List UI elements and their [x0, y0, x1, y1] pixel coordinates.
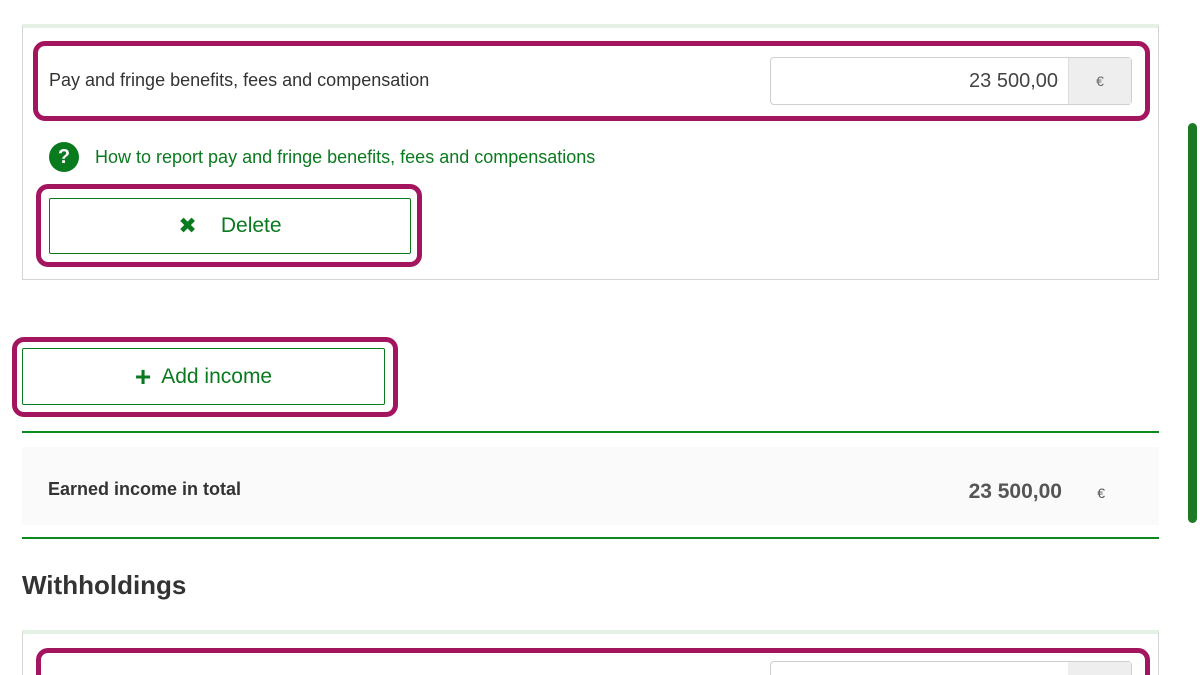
total-label: Earned income in total: [48, 479, 242, 499]
add-income-label: Add income: [161, 364, 273, 388]
close-icon: ✖: [178, 213, 197, 238]
total-currency: €: [1097, 485, 1105, 501]
total-amount: 23 500,00: [968, 480, 1062, 503]
question-icon: ?: [49, 142, 79, 172]
withholding-currency-box: [1068, 662, 1131, 675]
income-type-label: Pay and fringe benefits, fees and compen…: [49, 70, 430, 90]
plus-icon: +: [134, 360, 152, 392]
income-amount-value[interactable]: 23 500,00: [771, 58, 1068, 104]
delete-button-label: Delete: [220, 214, 282, 237]
delete-button[interactable]: ✖ Delete: [49, 198, 411, 254]
scrollbar-thumb[interactable]: [1188, 123, 1197, 523]
add-income-button[interactable]: + Add income: [22, 348, 385, 405]
help-row: ? How to report pay and fringe benefits,…: [49, 142, 595, 172]
tax-form-page: Pay and fringe benefits, fees and compen…: [0, 0, 1200, 675]
currency-euro-label: €: [1068, 58, 1131, 104]
withholding-amount-field[interactable]: [770, 661, 1132, 675]
withholdings-heading: Withholdings: [22, 570, 187, 600]
income-amount-field[interactable]: 23 500,00 €: [770, 57, 1132, 105]
help-link[interactable]: How to report pay and fringe benefits, f…: [95, 147, 595, 168]
earned-income-total: Earned income in total 23 500,00 €: [22, 431, 1159, 539]
